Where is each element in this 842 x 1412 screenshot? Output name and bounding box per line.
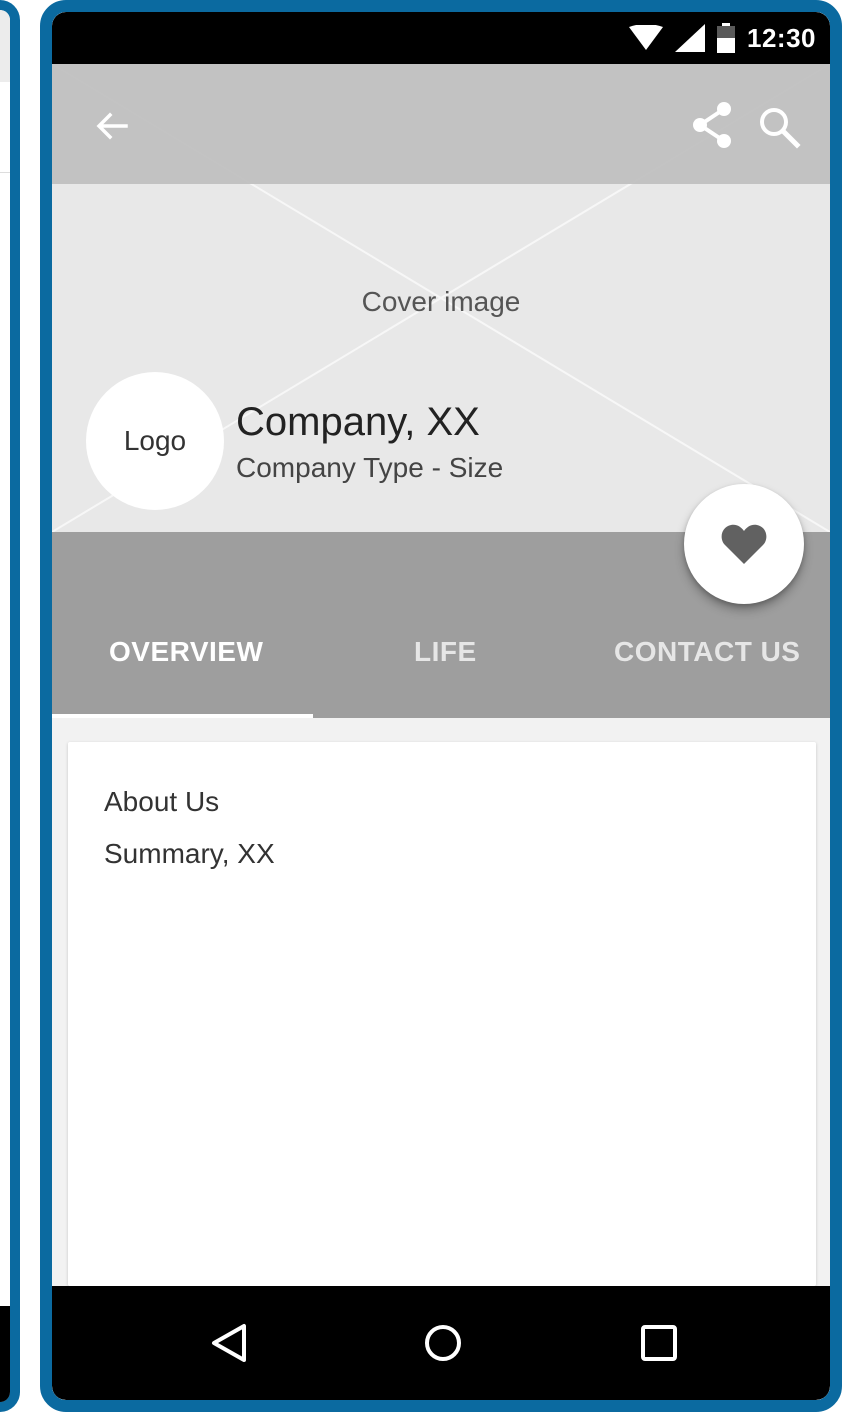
back-arrow-icon[interactable] xyxy=(90,104,134,148)
tab-contact-us[interactable]: CONTACT US xyxy=(614,636,800,668)
tab-overview[interactable]: OVERVIEW xyxy=(109,636,263,668)
about-us-title: About Us xyxy=(104,786,220,817)
overview-content: About Us Summary, XX xyxy=(52,718,830,1286)
company-type-size: Company Type - Size xyxy=(236,452,504,483)
nav-home-icon[interactable] xyxy=(418,1318,468,1368)
previous-screen-navbar xyxy=(0,1306,10,1402)
company-logo-label: Logo xyxy=(123,425,187,456)
nav-back-icon[interactable] xyxy=(204,1318,254,1368)
about-us-card: About Us Summary, XX xyxy=(68,742,816,1286)
company-profile-screen: Cover image 12:30 Logo Company, XX Compa… xyxy=(52,12,830,1400)
previous-screen-header xyxy=(0,10,10,82)
wifi-icon xyxy=(629,25,663,50)
favorite-button[interactable] xyxy=(684,484,804,604)
company-logo: Logo xyxy=(86,372,224,510)
status-bar: 12:30 xyxy=(52,12,830,64)
cover-image-label: Cover image xyxy=(361,286,521,317)
phone-frame: Cover image 12:30 Logo Company, XX Compa… xyxy=(40,0,842,1412)
about-us-summary: Summary, XX xyxy=(104,838,275,869)
search-icon[interactable] xyxy=(756,104,802,150)
cellular-signal-icon xyxy=(675,24,705,52)
previous-screen-frame xyxy=(0,0,20,1412)
system-navigation-bar xyxy=(52,1286,830,1400)
battery-icon xyxy=(717,23,735,53)
previous-screen-divider xyxy=(0,172,10,173)
company-name: Company, XX xyxy=(236,400,480,444)
app-toolbar xyxy=(52,64,830,184)
heart-icon xyxy=(721,524,767,564)
tab-life[interactable]: LIFE xyxy=(414,636,477,668)
share-icon[interactable] xyxy=(688,100,736,150)
nav-recents-icon[interactable] xyxy=(634,1318,684,1368)
status-time: 12:30 xyxy=(747,22,816,53)
